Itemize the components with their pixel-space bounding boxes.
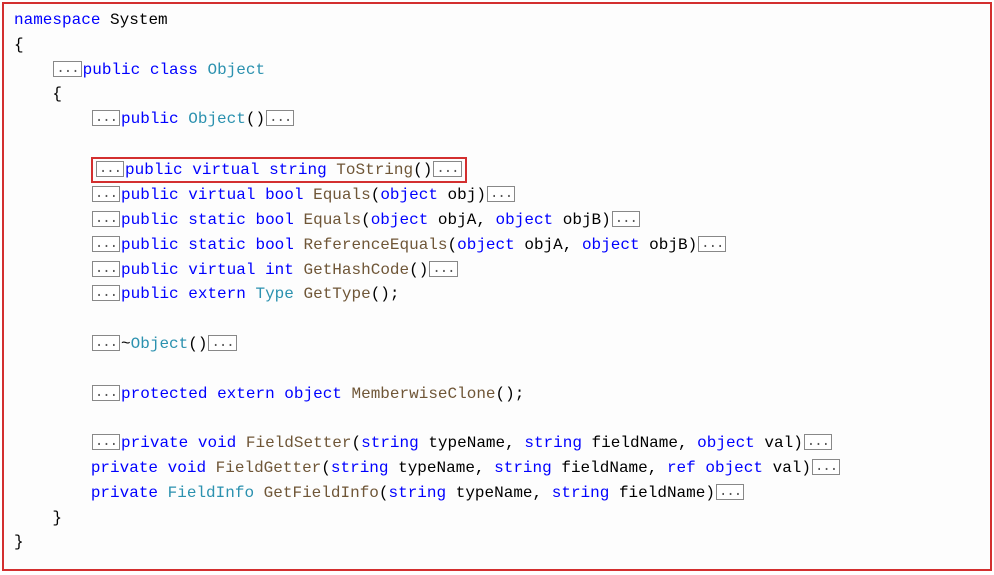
type-return: Type (255, 285, 293, 303)
line-mwc: ...protected extern object MemberwiseClo… (14, 382, 980, 407)
ctor-name: Object (188, 110, 246, 128)
fold-toggle[interactable]: ... (433, 161, 461, 177)
method-gethashcode: GetHashCode (304, 261, 410, 279)
method-tostring: ToString (336, 161, 413, 179)
line-blank (14, 357, 980, 382)
line-tostring: ...public virtual string ToString()... (14, 157, 980, 183)
dtor-name: Object (131, 335, 189, 353)
fold-toggle[interactable]: ... (429, 261, 457, 277)
line-refeq: ...public static bool ReferenceEquals(ob… (14, 233, 980, 258)
line-hash: ...public virtual int GetHashCode()... (14, 258, 980, 283)
code-viewport: namespace System { ...public class Objec… (2, 2, 992, 571)
type-object: Object (207, 61, 265, 79)
fold-toggle[interactable]: ... (96, 161, 124, 177)
line-close-brace: } (14, 530, 980, 555)
method-fieldgetter: FieldGetter (216, 459, 322, 477)
fold-toggle[interactable]: ... (53, 61, 81, 77)
fold-toggle[interactable]: ... (92, 335, 120, 351)
line-fieldgetter: private void FieldGetter(string typeName… (14, 456, 980, 481)
line-equals2: ...public static bool Equals(object objA… (14, 208, 980, 233)
line-fieldsetter: ...private void FieldSetter(string typeN… (14, 431, 980, 456)
brace-close2: } (52, 509, 62, 527)
fold-toggle[interactable]: ... (92, 211, 120, 227)
fold-toggle[interactable]: ... (92, 385, 120, 401)
fold-toggle[interactable]: ... (208, 335, 236, 351)
line-blank (14, 406, 980, 431)
fold-toggle[interactable]: ... (698, 236, 726, 252)
method-memberwiseclone: MemberwiseClone (352, 385, 496, 403)
namespace-name: System (110, 11, 168, 29)
fold-toggle[interactable]: ... (92, 236, 120, 252)
fold-toggle[interactable]: ... (92, 186, 120, 202)
keyword-public: public (83, 61, 141, 79)
line-class-decl: ...public class Object (14, 58, 980, 83)
keyword-class: class (150, 61, 198, 79)
fold-toggle[interactable]: ... (812, 459, 840, 475)
brace-close: } (14, 533, 24, 551)
fold-toggle[interactable]: ... (487, 186, 515, 202)
brace-open2: { (52, 85, 62, 103)
fold-toggle[interactable]: ... (92, 285, 120, 301)
line-class-close: } (14, 506, 980, 531)
fold-toggle[interactable]: ... (804, 434, 832, 450)
line-blank (14, 132, 980, 157)
fold-toggle[interactable]: ... (92, 110, 120, 126)
line-equals1: ...public virtual bool Equals(object obj… (14, 183, 980, 208)
fold-toggle[interactable]: ... (266, 110, 294, 126)
method-fieldsetter: FieldSetter (246, 434, 352, 452)
line-dtor: ...~Object()... (14, 332, 980, 357)
line-open-brace: { (14, 33, 980, 58)
method-equals-static: Equals (303, 211, 361, 229)
fold-toggle[interactable]: ... (92, 261, 120, 277)
line-getfieldinfo: private FieldInfo GetFieldInfo(string ty… (14, 481, 980, 506)
method-gettype: GetType (303, 285, 370, 303)
line-gettype: ...public extern Type GetType(); (14, 282, 980, 307)
method-referenceequals: ReferenceEquals (303, 236, 447, 254)
method-equals: Equals (313, 186, 371, 204)
line-class-open: { (14, 82, 980, 107)
keyword-namespace: namespace (14, 11, 100, 29)
method-getfieldinfo: GetFieldInfo (264, 484, 379, 502)
fold-toggle[interactable]: ... (612, 211, 640, 227)
fold-toggle[interactable]: ... (92, 434, 120, 450)
line-blank (14, 307, 980, 332)
type-return: FieldInfo (168, 484, 254, 502)
brace-open: { (14, 36, 24, 54)
line-namespace: namespace System (14, 8, 980, 33)
line-ctor: ...public Object()... (14, 107, 980, 132)
fold-toggle[interactable]: ... (716, 484, 744, 500)
highlight-tostring: ...public virtual string ToString()... (91, 157, 467, 183)
